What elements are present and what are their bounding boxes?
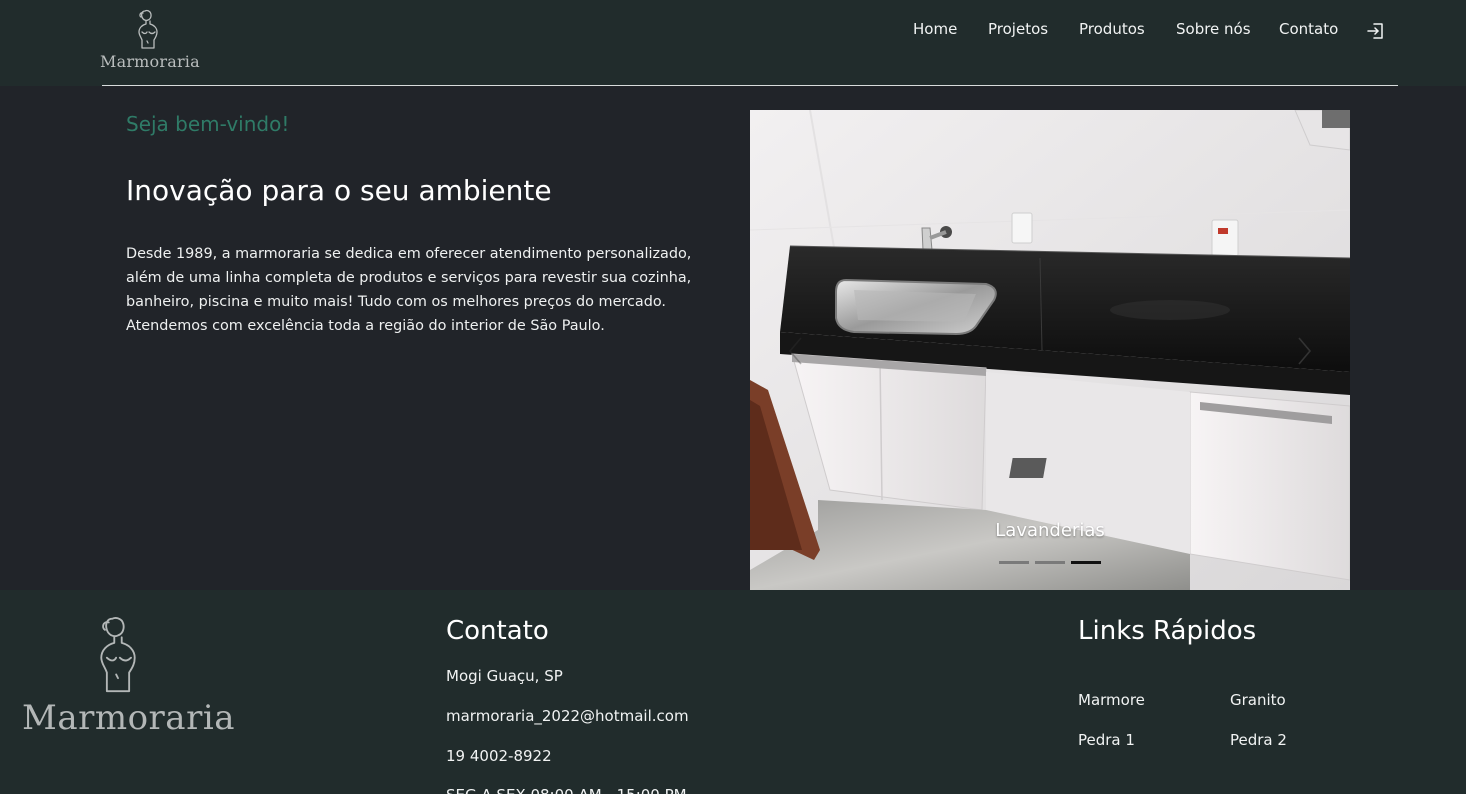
header-logo-text: Marmoraria: [100, 52, 200, 71]
link-granito[interactable]: Granito: [1230, 691, 1286, 709]
carousel-indicator-2[interactable]: [1035, 561, 1065, 564]
nav-produtos[interactable]: Produtos: [1079, 20, 1145, 38]
contact-phone[interactable]: 19 4002-8922: [446, 747, 552, 765]
nav-contato[interactable]: Contato: [1279, 20, 1338, 38]
image-carousel[interactable]: Lavanderias: [750, 110, 1350, 590]
chevron-left-icon[interactable]: [786, 336, 806, 366]
footer-logo-text: Marmoraria: [22, 698, 235, 738]
contact-hours: SEG A SEX 08:00 AM - 15:00 PM: [446, 786, 687, 794]
nav-sobre-nos[interactable]: Sobre nós: [1176, 20, 1251, 38]
nav-projetos[interactable]: Projetos: [988, 20, 1048, 38]
hero-title: Inovação para o seu ambiente: [126, 174, 552, 207]
hero-description: Desde 1989, a marmoraria se dedica em of…: [126, 246, 692, 334]
header-divider: [102, 85, 1398, 86]
contact-email[interactable]: marmoraria_2022@hotmail.com: [446, 707, 689, 725]
carousel-caption: Lavanderias: [995, 520, 1105, 541]
link-marmore[interactable]: Marmore: [1078, 691, 1145, 709]
site-header: [0, 0, 1466, 86]
footer-logo[interactable]: Marmoraria: [22, 612, 234, 742]
contact-heading: Contato: [446, 616, 549, 646]
contact-location: Mogi Guaçu, SP: [446, 667, 563, 685]
sign-in-icon[interactable]: [1366, 21, 1386, 41]
welcome-text: Seja bem-vindo!: [126, 112, 290, 136]
link-pedra-1[interactable]: Pedra 1: [1078, 731, 1135, 749]
chevron-right-icon[interactable]: [1294, 336, 1314, 366]
carousel-indicator-3[interactable]: [1071, 561, 1101, 564]
carousel-indicator-1[interactable]: [999, 561, 1029, 564]
quick-links-heading: Links Rápidos: [1078, 616, 1257, 646]
nav-home[interactable]: Home: [913, 20, 957, 38]
link-pedra-2[interactable]: Pedra 2: [1230, 731, 1287, 749]
laundry-countertop-photo: [750, 110, 1350, 590]
main-nav: Home Projetos Produtos Sobre nós Contato: [0, 20, 1466, 42]
statue-logo-icon: [100, 617, 136, 693]
